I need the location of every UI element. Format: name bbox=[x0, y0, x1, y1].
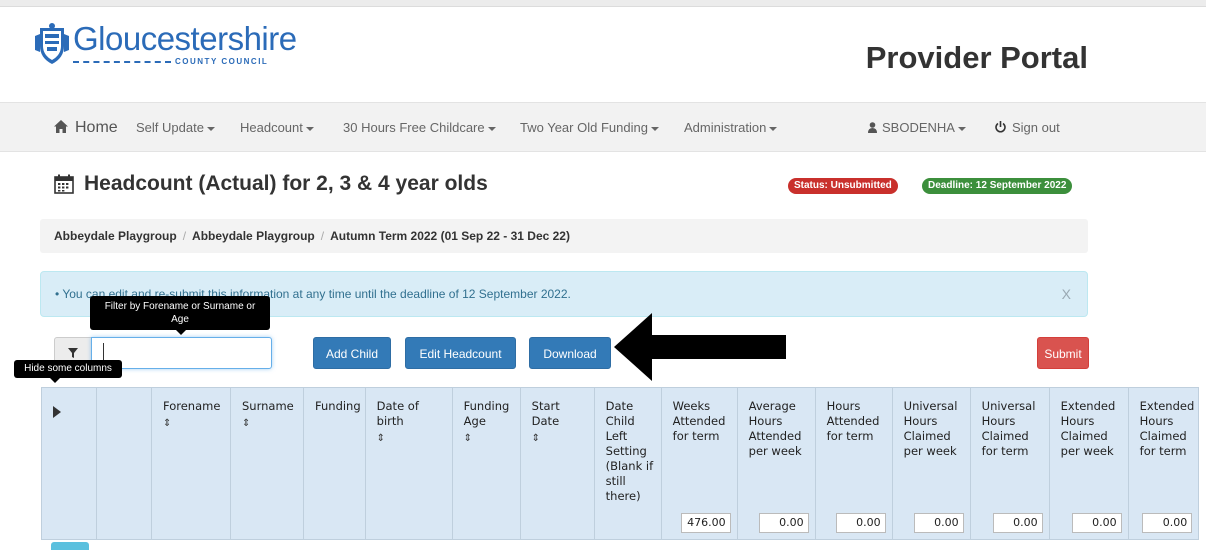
column-header-label: Funding bbox=[315, 399, 361, 413]
column-total: 0.00 bbox=[992, 513, 1043, 533]
column-header-funding-age[interactable]: Funding Age ⇕ bbox=[451, 387, 521, 540]
column-header-hours-attended: Hours Attended for term 0.00 bbox=[814, 387, 893, 540]
sort-icon[interactable]: ⇕ bbox=[242, 416, 299, 431]
column-header-label: Weeks Attended for term bbox=[672, 399, 726, 443]
column-header-forename[interactable]: Forename ⇕ bbox=[151, 387, 231, 540]
row-edit-button[interactable] bbox=[51, 542, 89, 550]
column-header-label: Funding Age bbox=[463, 399, 510, 428]
calendar-icon bbox=[54, 174, 74, 194]
column-header-surname[interactable]: Surname ⇕ bbox=[230, 387, 304, 540]
expand-columns-icon[interactable] bbox=[53, 406, 61, 418]
annotation-arrow-icon bbox=[614, 313, 786, 381]
nav-two-year-funding-label: Two Year Old Funding bbox=[520, 120, 648, 135]
breadcrumb: Abbeydale Playgroup / Abbeydale Playgroup /… bbox=[40, 219, 1088, 253]
nav-two-year-funding[interactable]: Two Year Old Funding bbox=[520, 103, 659, 153]
breadcrumb-separator: / bbox=[182, 229, 187, 243]
filter-tooltip: Filter by Forename or Surname or Age bbox=[90, 296, 270, 335]
portal-title: Provider Portal bbox=[865, 40, 1088, 75]
sort-icon[interactable]: ⇕ bbox=[464, 431, 516, 446]
power-icon bbox=[995, 121, 1006, 133]
nav-home[interactable]: Home bbox=[54, 103, 118, 153]
nav-headcount[interactable]: Headcount bbox=[240, 103, 314, 153]
caret-down-icon bbox=[206, 126, 215, 131]
status-badge: Status: Unsubmitted bbox=[788, 178, 898, 194]
sort-icon[interactable]: ⇕ bbox=[532, 431, 590, 446]
crest-icon bbox=[35, 23, 69, 64]
breadcrumb-separator: / bbox=[320, 229, 325, 243]
breadcrumb-item-term: Autumn Term 2022 (01 Sep 22 - 31 Dec 22) bbox=[330, 229, 570, 243]
column-total: 0.00 bbox=[1071, 513, 1122, 533]
user-icon bbox=[868, 122, 877, 133]
column-header-label: Start Date bbox=[531, 399, 560, 428]
submit-button[interactable]: Submit bbox=[1037, 337, 1089, 369]
nav-self-update[interactable]: Self Update bbox=[136, 103, 215, 153]
page-title-text: Headcount (Actual) for 2, 3 & 4 year old… bbox=[84, 172, 488, 195]
nav-sign-out-label: Sign out bbox=[1012, 120, 1060, 135]
column-total: 476.00 bbox=[680, 513, 731, 533]
column-header-date-of-birth[interactable]: Date of birth ⇕ bbox=[364, 387, 453, 540]
caret-down-icon bbox=[487, 126, 496, 131]
column-header-avg-hours: Average Hours Attended per week 0.00 bbox=[736, 387, 816, 540]
column-header-universal-week: Universal Hours Claimed per week 0.00 bbox=[891, 387, 971, 540]
nav-30-hours[interactable]: 30 Hours Free Childcare bbox=[343, 103, 496, 153]
column-header-label: Universal Hours Claimed for term bbox=[981, 399, 1036, 458]
nav-home-label: Home bbox=[75, 119, 118, 136]
filter-icon bbox=[68, 348, 78, 358]
main-navbar: Home Self Update Headcount 30 Hours Free… bbox=[0, 102, 1206, 152]
logo-text: Gloucestershire bbox=[73, 20, 297, 57]
nav-administration-label: Administration bbox=[684, 120, 767, 135]
window-top-border bbox=[0, 6, 1206, 7]
column-header-extended-term: Extended Hours Claimed for term 0.00 bbox=[1127, 387, 1200, 540]
column-header-date-left: Date Child Left Setting (Blank if still … bbox=[593, 387, 662, 540]
column-header-weeks-attended: Weeks Attended for term 476.00 bbox=[660, 387, 738, 540]
action-column-header bbox=[96, 387, 152, 540]
column-header-label: Extended Hours Claimed per week bbox=[1060, 399, 1116, 458]
add-child-button[interactable]: Add Child bbox=[313, 337, 391, 369]
caret-down-icon bbox=[650, 126, 659, 131]
table-header-row: Forename ⇕ Surname ⇕ Funding Date of birth… bbox=[41, 387, 1200, 540]
alert-close-button[interactable]: X bbox=[1062, 272, 1071, 316]
column-header-universal-term: Universal Hours Claimed for term 0.00 bbox=[969, 387, 1050, 540]
column-toggle-header[interactable] bbox=[41, 387, 97, 540]
caret-down-icon bbox=[305, 126, 314, 131]
column-header-label: Average Hours Attended per week bbox=[748, 399, 802, 458]
headcount-table: Forename ⇕ Surname ⇕ Funding Date of birth… bbox=[41, 387, 1200, 540]
sort-icon[interactable]: ⇕ bbox=[163, 416, 226, 431]
column-total: 0.00 bbox=[1142, 513, 1193, 533]
nav-user-label: SBODENHA bbox=[882, 120, 955, 135]
nav-30-hours-label: 30 Hours Free Childcare bbox=[343, 120, 485, 135]
nav-sign-out[interactable]: Sign out bbox=[995, 103, 1060, 153]
deadline-badge: Deadline: 12 September 2022 bbox=[922, 178, 1073, 194]
column-header-start-date[interactable]: Start Date ⇕ bbox=[519, 387, 595, 540]
column-header-label: Universal Hours Claimed per week bbox=[903, 399, 958, 458]
logo-divider bbox=[73, 60, 171, 63]
breadcrumb-item-setting[interactable]: Abbeydale Playgroup bbox=[192, 229, 315, 243]
column-total: 0.00 bbox=[913, 513, 964, 533]
breadcrumb-item-provider[interactable]: Abbeydale Playgroup bbox=[54, 229, 177, 243]
sort-icon[interactable]: ⇕ bbox=[377, 431, 448, 446]
page-title: Headcount (Actual) for 2, 3 & 4 year old… bbox=[54, 172, 488, 196]
edit-headcount-button[interactable]: Edit Headcount bbox=[405, 337, 516, 369]
hide-columns-tooltip: Hide some columns bbox=[14, 360, 122, 383]
nav-headcount-label: Headcount bbox=[240, 120, 303, 135]
column-total: 0.00 bbox=[758, 513, 809, 533]
column-header-label: Surname bbox=[242, 399, 294, 413]
column-header-extended-week: Extended Hours Claimed per week 0.00 bbox=[1048, 387, 1129, 540]
column-header-label: Date of birth bbox=[376, 399, 419, 428]
caret-down-icon bbox=[957, 126, 966, 131]
council-logo[interactable]: Gloucestershire COUNTY COUNCIL bbox=[34, 22, 297, 72]
column-header-label: Hours Attended for term bbox=[826, 399, 880, 443]
column-header-label: Date Child Left Setting (Blank if still … bbox=[605, 399, 654, 503]
column-header-funding: Funding bbox=[303, 387, 366, 540]
download-button[interactable]: Download bbox=[529, 337, 611, 369]
column-header-label: Forename bbox=[163, 399, 221, 413]
caret-down-icon bbox=[769, 126, 778, 131]
column-header-label: Extended Hours Claimed for term bbox=[1139, 399, 1195, 458]
logo-subtext: COUNTY COUNCIL bbox=[175, 57, 269, 66]
column-total: 0.00 bbox=[835, 513, 886, 533]
nav-self-update-label: Self Update bbox=[136, 120, 204, 135]
nav-administration[interactable]: Administration bbox=[684, 103, 778, 153]
home-icon bbox=[54, 120, 68, 133]
nav-user-menu[interactable]: SBODENHA bbox=[868, 103, 966, 153]
